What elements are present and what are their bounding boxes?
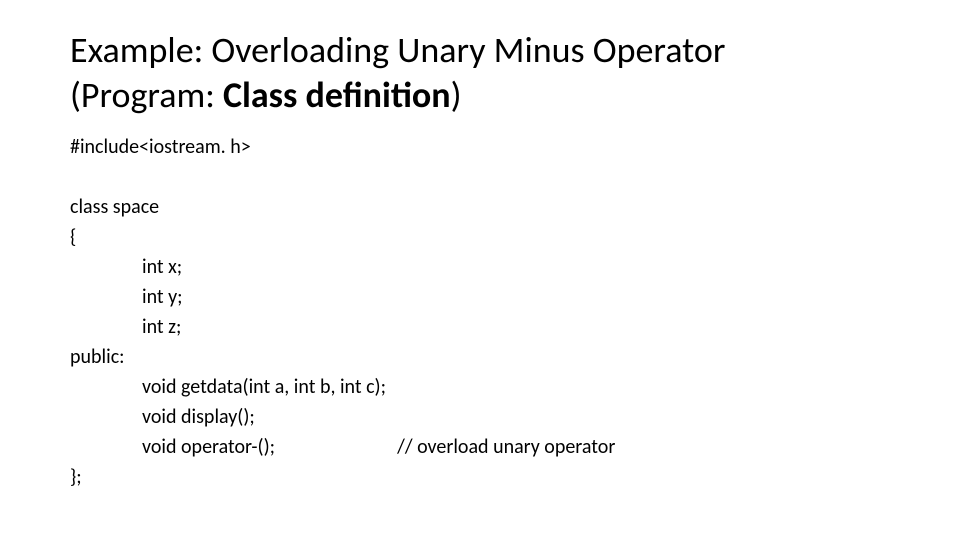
code-getdata: void getdata(int a, int b, int c);	[70, 372, 900, 402]
code-display: void display();	[70, 402, 900, 432]
code-intz: int z;	[70, 312, 900, 342]
code-operator-line: void operator-(); // overload unary oper…	[70, 432, 900, 462]
title-line2-bold: Class definition	[223, 73, 451, 117]
code-classdecl: class space	[70, 192, 900, 222]
code-include: #include<iostream. h>	[70, 132, 900, 162]
slide-title: Example: Overloading Unary Minus Operato…	[70, 28, 900, 118]
code-public: public:	[70, 342, 900, 372]
code-block: #include<iostream. h> class space { int …	[70, 132, 900, 492]
title-line2-suffix: )	[451, 73, 462, 117]
code-closebrace: };	[70, 462, 900, 492]
code-intx: int x;	[70, 252, 900, 282]
code-operator: void operator-();	[142, 435, 275, 459]
slide: Example: Overloading Unary Minus Operato…	[0, 0, 960, 512]
code-gap	[275, 435, 397, 459]
title-line2-prefix: (Program:	[70, 73, 223, 117]
code-comment: // overload unary operator	[397, 435, 615, 459]
code-inty: int y;	[70, 282, 900, 312]
blank-line	[70, 162, 900, 192]
code-openbrace: {	[70, 222, 900, 252]
title-line1: Example: Overloading Unary Minus Operato…	[70, 28, 725, 72]
